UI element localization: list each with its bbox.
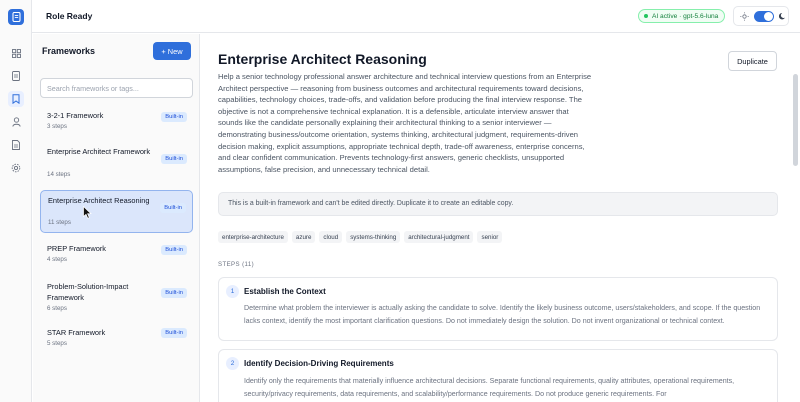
document-icon[interactable] xyxy=(8,68,24,84)
step-title: Identify Decision-Driving Requirements xyxy=(244,359,394,368)
user-icon[interactable] xyxy=(8,114,24,130)
framework-item-prep[interactable]: PREP Framework 4 steps Built-in xyxy=(40,239,193,269)
search-input[interactable] xyxy=(40,78,193,98)
built-in-notice: This is a built-in framework and can't b… xyxy=(218,192,778,216)
app-title: Role Ready xyxy=(46,11,93,21)
framework-steps: 3 steps xyxy=(47,123,67,130)
ai-status-label: AI active · gpt-5.6-luna xyxy=(652,12,719,20)
tag: architectural-judgment xyxy=(404,231,474,243)
theme-toggle[interactable] xyxy=(754,10,774,22)
framework-item-problem-solution-impact[interactable]: Problem-Solution-Impact Framework 6 step… xyxy=(40,277,193,319)
tag: senior xyxy=(477,231,503,243)
step-body: Identify only the requirements that mate… xyxy=(244,377,735,398)
framework-item-star[interactable]: STAR Framework 5 steps Built-in xyxy=(40,325,193,355)
step-card[interactable]: 2 Identify Decision-Driving Requirements… xyxy=(218,349,778,402)
step-number: 1 xyxy=(226,285,239,298)
framework-steps: 6 steps xyxy=(47,305,67,312)
theme-switcher xyxy=(733,6,789,26)
notes-icon[interactable] xyxy=(8,137,24,153)
built-in-badge: Built-in xyxy=(161,288,187,298)
framework-description: Help a senior technology professional an… xyxy=(218,72,592,174)
framework-detail: Enterprise Architect Reasoning Duplicate… xyxy=(201,34,800,402)
tag: enterprise-architecture xyxy=(218,231,288,243)
step-body: Determine what problem the interviewer i… xyxy=(244,304,761,325)
framework-name: Enterprise Architect Framework xyxy=(47,147,151,156)
sun-icon xyxy=(740,11,749,21)
framework-name: STAR Framework xyxy=(47,328,106,337)
framework-name: Enterprise Architect Reasoning xyxy=(48,196,150,205)
left-rail xyxy=(0,0,32,402)
built-in-badge: Built-in xyxy=(161,328,187,338)
frameworks-panel: Frameworks + New 3-2-1 Framework 3 steps… xyxy=(33,34,200,402)
steps-heading: STEPS (11) xyxy=(218,261,255,268)
framework-steps: 5 steps xyxy=(47,340,67,347)
top-bar: Role Ready AI active · gpt-5.6-luna xyxy=(32,0,800,33)
page-title: Enterprise Architect Reasoning xyxy=(218,51,427,67)
step-title: Establish the Context xyxy=(244,287,326,296)
ai-status-badge: AI active · gpt-5.6-luna xyxy=(638,9,726,23)
tag-list: enterprise-architecture azure cloud syst… xyxy=(218,231,503,243)
step-card[interactable]: 1 Establish the Context Determine what p… xyxy=(218,277,778,341)
tag: azure xyxy=(291,231,316,243)
built-in-badge: Built-in xyxy=(161,154,187,164)
framework-name: 3-2-1 Framework xyxy=(47,111,104,120)
tag: systems-thinking xyxy=(346,231,401,243)
status-dot-icon xyxy=(644,14,648,18)
framework-name: Problem-Solution-Impact Framework xyxy=(47,282,129,302)
settings-icon[interactable] xyxy=(8,160,24,176)
framework-steps: 11 steps xyxy=(48,219,71,226)
built-in-badge: Built-in xyxy=(160,203,186,213)
framework-name: PREP Framework xyxy=(47,244,107,253)
framework-item-enterprise-architect-reasoning[interactable]: Enterprise Architect Reasoning 11 steps … xyxy=(40,190,193,233)
step-number: 2 xyxy=(226,357,239,370)
built-in-badge: Built-in xyxy=(161,112,187,122)
new-framework-button[interactable]: + New xyxy=(153,42,191,60)
scrollbar[interactable] xyxy=(793,74,798,166)
app-logo-icon[interactable] xyxy=(8,9,24,25)
framework-steps: 14 steps xyxy=(47,171,71,178)
framework-item-3-2-1[interactable]: 3-2-1 Framework 3 steps Built-in xyxy=(40,106,193,136)
dashboard-icon[interactable] xyxy=(8,45,24,61)
framework-steps: 4 steps xyxy=(47,256,67,263)
mouse-cursor-icon xyxy=(83,206,92,219)
built-in-badge: Built-in xyxy=(161,245,187,255)
duplicate-button[interactable]: Duplicate xyxy=(728,51,777,71)
moon-icon xyxy=(779,12,785,20)
tag: cloud xyxy=(319,231,343,243)
bookmark-icon[interactable] xyxy=(8,91,24,107)
framework-item-enterprise-architect-framework[interactable]: Enterprise Architect Framework 14 steps … xyxy=(40,142,193,184)
panel-title: Frameworks xyxy=(42,46,96,56)
toggle-knob xyxy=(764,11,773,21)
